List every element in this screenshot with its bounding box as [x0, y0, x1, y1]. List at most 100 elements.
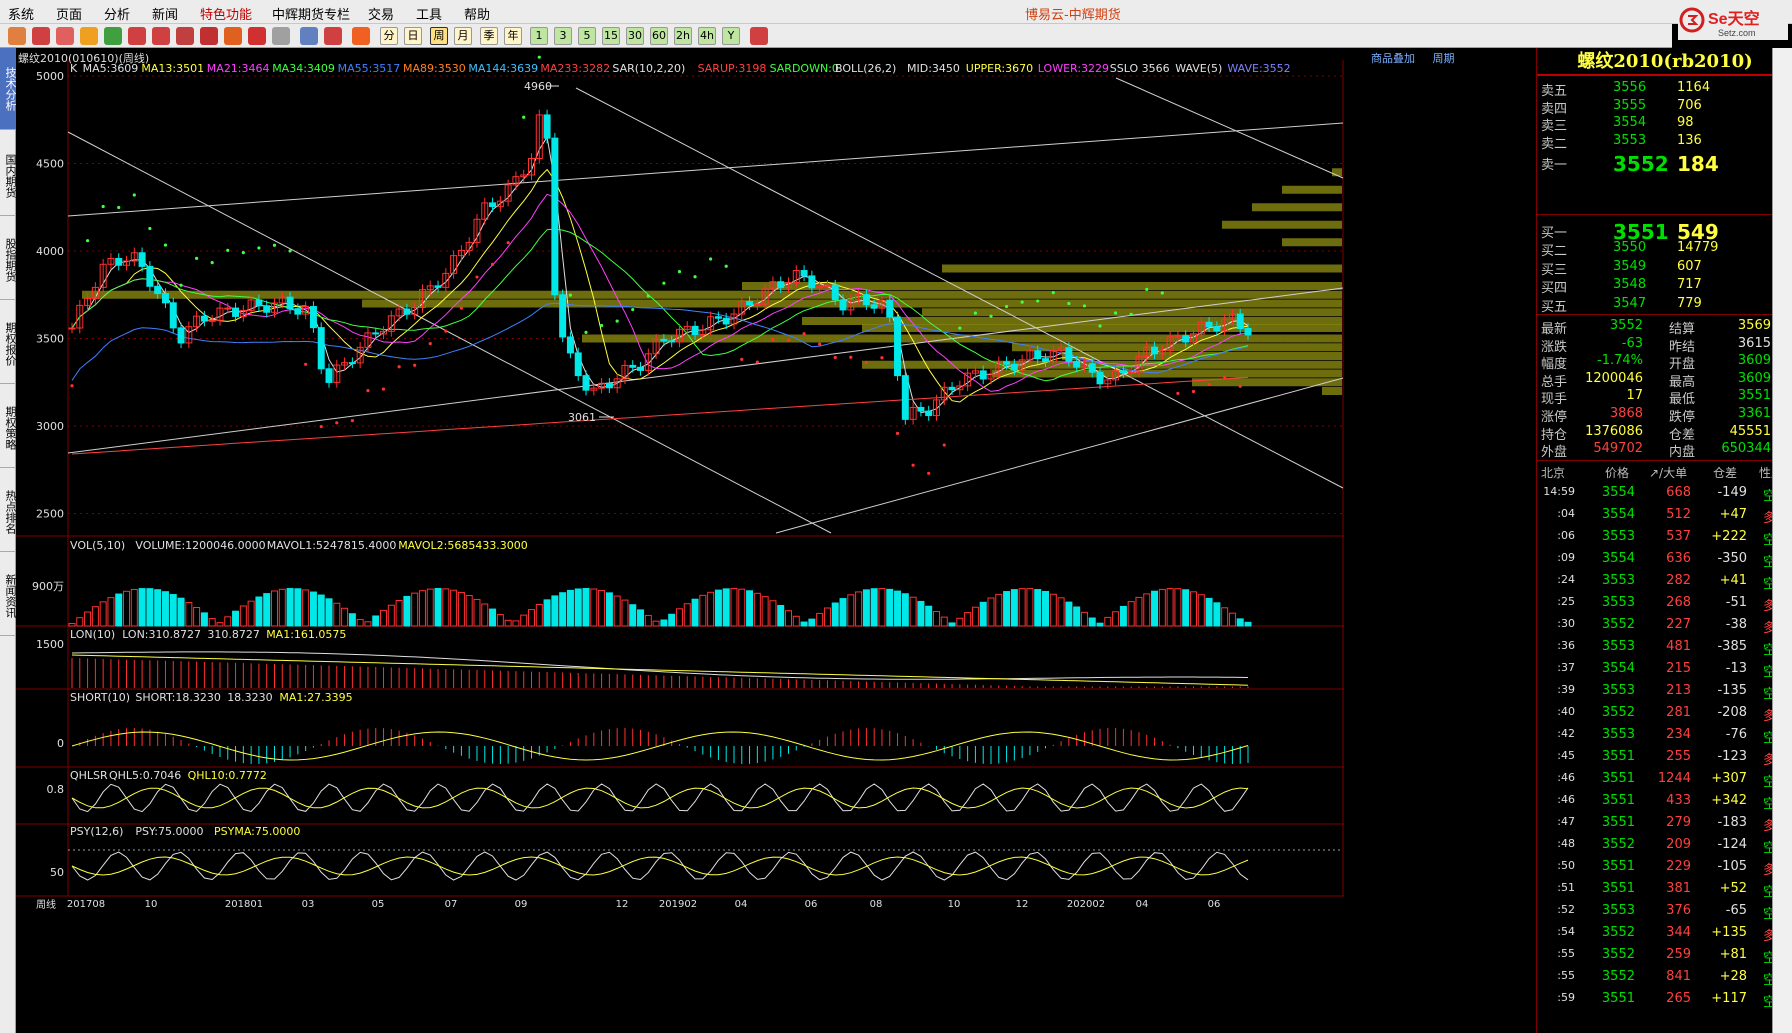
period-link[interactable]: 周期	[1432, 52, 1454, 65]
menu-help[interactable]: 帮助	[464, 4, 490, 23]
table-icon[interactable]	[300, 27, 318, 45]
chart-panel[interactable]: 5000 4500 4000 3500 3000 2500 K MA5:3609 MA13:35…	[16, 48, 1536, 1033]
tick-time: :37	[1557, 661, 1575, 674]
stat-value: 549702	[1593, 441, 1643, 457]
window-icon[interactable]	[176, 27, 194, 45]
sidebar-tab-domestic-futures[interactable]: 国内期货	[0, 136, 17, 216]
period-1min-button[interactable]: 1	[530, 27, 548, 45]
zoom-in-icon[interactable]	[128, 27, 146, 45]
sidebar-tab-option-strategy[interactable]: 期权策略	[0, 388, 17, 468]
refresh-icon[interactable]	[104, 27, 122, 45]
ask-row[interactable]: 卖二 3553 136	[1537, 131, 1792, 152]
sidebar-tab-hot-ranking[interactable]: 热点排名	[0, 472, 17, 552]
sidebar-tab-index-futures[interactable]: 股指期货	[0, 220, 17, 300]
bid-row[interactable]: 买三 3549 607	[1537, 257, 1792, 278]
menu-column[interactable]: 中辉期货专栏	[272, 4, 350, 23]
volume-bar	[598, 589, 606, 627]
volume-bar	[239, 605, 247, 627]
settings-icon[interactable]	[272, 27, 290, 45]
tick-volume: 281	[1666, 705, 1691, 720]
sar-dot	[1238, 384, 1242, 388]
date-axis-label: 06	[1208, 899, 1221, 910]
tick-change: -149	[1717, 485, 1747, 500]
candle-body	[1065, 347, 1073, 362]
draw-icon[interactable]	[224, 27, 242, 45]
stat-value: 3609	[1737, 353, 1771, 369]
volume-bar	[582, 588, 590, 627]
menu-tools[interactable]: 工具	[416, 4, 442, 23]
line-chart-icon[interactable]	[324, 27, 342, 45]
tick-change: -124	[1717, 837, 1747, 852]
chart-tool-icon[interactable]	[248, 27, 266, 45]
menu-trade[interactable]: 交易	[368, 4, 394, 23]
sidebar-tab-technical[interactable]: 技术分析	[0, 48, 17, 130]
back-icon[interactable]	[8, 27, 26, 45]
logo-text: Se天空	[1708, 9, 1760, 28]
ask-row[interactable]: 卖一 3552 184	[1537, 152, 1792, 176]
period-15min-button[interactable]: 15	[602, 27, 620, 45]
news-icon[interactable]	[56, 27, 74, 45]
calendar-icon[interactable]	[750, 27, 768, 45]
sar-dot	[350, 419, 354, 423]
folder-icon[interactable]	[80, 27, 98, 45]
period-4h-button[interactable]: 4h	[698, 27, 716, 45]
sar-dot	[195, 256, 199, 260]
period-30min-button[interactable]: 30	[626, 27, 644, 45]
volume-bar	[232, 610, 240, 627]
period-60min-button[interactable]: 60	[650, 27, 668, 45]
bid-row[interactable]: 买二 3550 14779	[1537, 238, 1792, 259]
volume-bar	[278, 588, 286, 627]
volume-bar	[613, 595, 621, 627]
period-5min-button[interactable]: 5	[578, 27, 596, 45]
sar-dot	[942, 443, 946, 447]
indicator-value: VOLUME:1200046.0000	[135, 539, 265, 552]
period-2h-button[interactable]: 2h	[674, 27, 692, 45]
sidebar-tab-news[interactable]: 新闻资讯	[0, 556, 17, 636]
menu-news[interactable]: 新闻	[152, 4, 178, 23]
bid-row[interactable]: 买一 3551 549	[1537, 220, 1792, 244]
menu-page[interactable]: 页面	[56, 4, 82, 23]
volume-bar	[894, 590, 902, 627]
period-month-button[interactable]: 月	[454, 27, 472, 45]
tick-price: 3551	[1601, 881, 1635, 896]
period-day-button[interactable]: 日	[404, 27, 422, 45]
tick-col-change: 仓差	[1713, 466, 1738, 480]
period-year-button[interactable]: 年	[504, 27, 522, 45]
sar-dot	[117, 205, 121, 210]
menu-analysis[interactable]: 分析	[104, 4, 130, 23]
tick-price: 3551	[1601, 793, 1635, 808]
tick-time: :52	[1557, 903, 1575, 916]
tick-row: :09 3554 636 -350 空平	[1537, 548, 1792, 570]
period-custom-button[interactable]: Y	[722, 27, 740, 45]
right-scroll-strip[interactable]	[1772, 48, 1792, 1033]
volume-bar	[785, 610, 793, 627]
tick-volume: 433	[1666, 793, 1691, 808]
indicator-value: MID:3450	[907, 62, 960, 75]
overlay-link[interactable]: 商品叠加	[1371, 52, 1415, 65]
tick-price: 3554	[1601, 485, 1635, 500]
menu-system[interactable]: 系统	[8, 4, 34, 23]
tick-price: 3553	[1601, 639, 1635, 654]
candle-body	[605, 382, 613, 389]
candle-body	[566, 336, 574, 354]
tick-price: 3551	[1601, 991, 1635, 1006]
date-axis-label: 12	[616, 899, 629, 910]
bid-row[interactable]: 买四 3548 717	[1537, 275, 1792, 296]
sidebar-tab-option-quotes[interactable]: 期权报价	[0, 304, 17, 384]
bid-row[interactable]: 买五 3547 779	[1537, 294, 1792, 315]
period-minute-button[interactable]: 分	[380, 27, 398, 45]
home-icon[interactable]	[32, 27, 50, 45]
period-3min-button[interactable]: 3	[554, 27, 572, 45]
zoom-out-icon[interactable]	[152, 27, 170, 45]
volume-bar	[387, 604, 395, 627]
volume-bar	[823, 607, 831, 627]
menu-features[interactable]: 特色功能	[200, 4, 252, 23]
period-week-button[interactable]: 周	[430, 27, 448, 45]
pencil-icon[interactable]	[200, 27, 218, 45]
period-quarter-button[interactable]: 季	[480, 27, 498, 45]
tick-icon[interactable]	[352, 27, 370, 45]
sar-dot	[740, 357, 744, 361]
tick-row: :39 3553 213 -135 空平	[1537, 680, 1792, 702]
chart-canvas[interactable]: 500045004000350030002500K MA5:3609 MA13:35…	[16, 48, 1536, 1033]
volume-bar	[878, 588, 886, 627]
